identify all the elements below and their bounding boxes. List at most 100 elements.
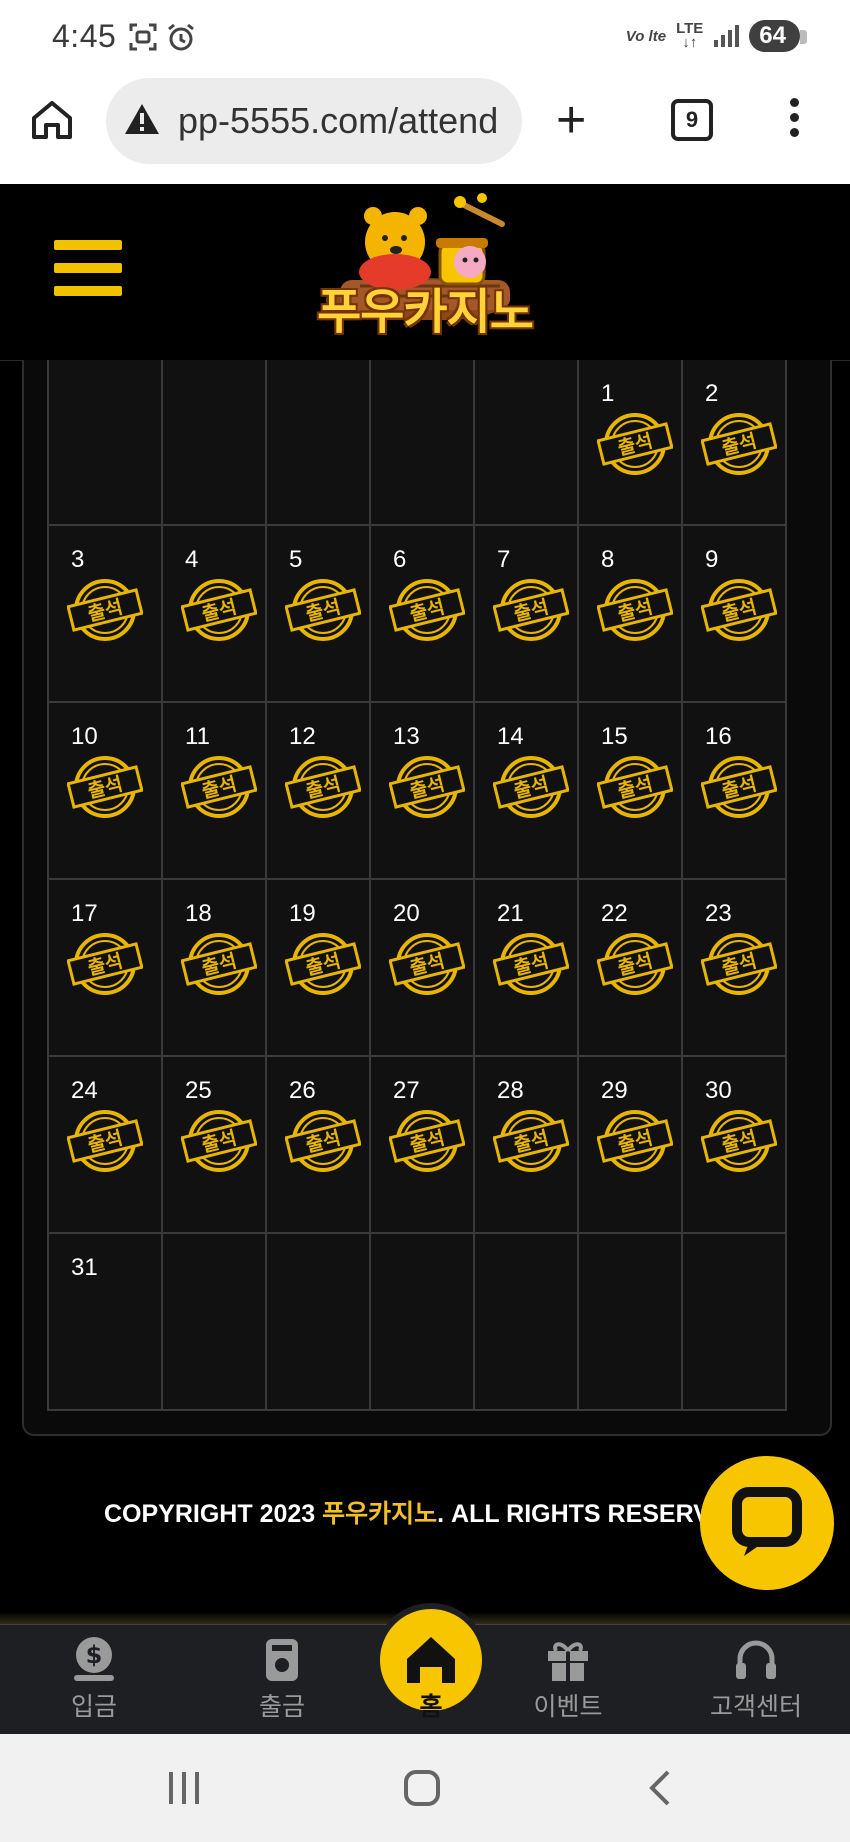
attendance-stamp-icon: 출석 — [596, 932, 674, 996]
withdraw-icon — [266, 1639, 298, 1681]
attendance-stamp-icon: 출석 — [596, 578, 674, 642]
calendar-day-cell: 25 출석 — [163, 1057, 267, 1234]
browser-toolbar: pp-5555.com/attend + 9 — [0, 78, 850, 184]
nav-event[interactable]: 이벤트 — [508, 1633, 628, 1723]
url-bar[interactable]: pp-5555.com/attend — [106, 78, 522, 164]
day-number: 16 — [705, 723, 732, 750]
day-number: 25 — [185, 1077, 212, 1104]
attendance-stamp-icon: 출석 — [700, 932, 778, 996]
day-number: 22 — [601, 900, 628, 927]
nav-withdraw[interactable]: 출금 — [222, 1633, 342, 1723]
calendar-day-cell: 5 출석 — [267, 526, 371, 703]
calendar-day-cell: 3 출석 — [49, 526, 163, 703]
svg-text:$: $ — [86, 1641, 103, 1669]
attendance-stamp-icon: 출석 — [388, 1109, 466, 1173]
attendance-stamp-icon: 출석 — [492, 578, 570, 642]
day-number: 14 — [497, 723, 524, 750]
signal-icon — [714, 25, 740, 47]
browser-home-icon[interactable] — [30, 98, 74, 142]
nav-home-label: 홈 — [419, 1693, 443, 1721]
calendar-week-row: 31 — [49, 1234, 831, 1411]
calendar-day-cell: 11 출석 — [163, 703, 267, 880]
live-chat-button[interactable] — [700, 1456, 834, 1590]
calendar-empty-cell — [267, 360, 371, 526]
bottom-nav: $ 입금 출금 홈 이벤트 고객센터 — [0, 1603, 850, 1735]
day-number: 2 — [705, 380, 719, 407]
calendar-empty-cell — [163, 360, 267, 526]
menu-icon[interactable] — [54, 240, 122, 309]
new-tab-button[interactable]: + — [556, 94, 586, 146]
attendance-stamp-icon: 출석 — [596, 412, 674, 476]
headset-icon — [736, 1640, 776, 1679]
calendar-day-cell: 27 출석 — [371, 1057, 475, 1234]
calendar-day-cell: 23 출석 — [683, 880, 787, 1057]
calendar-day-cell: 12 출석 — [267, 703, 371, 880]
attendance-calendar: 1 출석 2 출석 3 출석 4 출석 5 출석 6 출석 7 출석 8 출석 9 출석 10 출석 11 출석 12 출석 1… — [22, 360, 832, 1436]
tab-switcher-button[interactable]: 9 — [671, 99, 713, 141]
copyright-brand: 푸우카지노 — [322, 1500, 438, 1528]
calendar-week-row: 17 출석 18 출석 19 출석 20 출석 21 출석 22 출석 23 출석 — [49, 880, 831, 1057]
attendance-stamp-icon: 출석 — [66, 1109, 144, 1173]
system-nav-bar — [0, 1734, 850, 1842]
status-bar: 4:45 Vo lte LTE ↓↑ 64 — [0, 0, 850, 78]
attendance-stamp-icon: 출석 — [66, 932, 144, 996]
day-number: 17 — [71, 900, 98, 927]
day-number: 21 — [497, 900, 524, 927]
home-system-icon[interactable] — [402, 1768, 442, 1808]
calendar-day-cell: 7 출석 — [475, 526, 579, 703]
url-text[interactable]: pp-5555.com/attend — [178, 100, 498, 142]
chat-bubble-icon — [732, 1487, 802, 1556]
calendar-day-cell: 16 출석 — [683, 703, 787, 880]
calendar-day-cell: 10 출석 — [49, 703, 163, 880]
attendance-stamp-icon: 출석 — [66, 755, 144, 819]
attendance-stamp-icon: 출석 — [596, 1109, 674, 1173]
day-number: 31 — [71, 1254, 98, 1281]
calendar-day-cell: 24 출석 — [49, 1057, 163, 1234]
attendance-stamp-icon: 출석 — [700, 1109, 778, 1173]
calendar-day-cell: 17 출석 — [49, 880, 163, 1057]
screenshot-icon — [129, 23, 157, 51]
calendar-day-cell: 18 출석 — [163, 880, 267, 1057]
day-number: 7 — [497, 546, 511, 573]
calendar-week-row: 3 출석 4 출석 5 출석 6 출석 7 출석 8 출석 9 출석 — [49, 526, 831, 703]
attendance-stamp-icon: 출석 — [180, 755, 258, 819]
back-icon[interactable] — [646, 1768, 674, 1808]
day-number: 29 — [601, 1077, 628, 1104]
deposit-icon: $ — [74, 1637, 114, 1681]
attendance-stamp-icon: 출석 — [388, 578, 466, 642]
day-number: 8 — [601, 546, 615, 573]
day-number: 15 — [601, 723, 628, 750]
attendance-stamp-icon: 출석 — [284, 1109, 362, 1173]
day-number: 1 — [601, 380, 615, 407]
calendar-day-cell: 13 출석 — [371, 703, 475, 880]
browser-menu-icon[interactable] — [790, 98, 802, 143]
site-logo[interactable]: 푸우카지노 — [300, 190, 550, 354]
warning-icon[interactable] — [124, 102, 160, 136]
day-number: 12 — [289, 723, 316, 750]
calendar-empty-cell — [163, 1234, 267, 1411]
calendar-day-cell: 9 출석 — [683, 526, 787, 703]
calendar-day-cell: 6 출석 — [371, 526, 475, 703]
logo-text: 푸우카지노 — [317, 286, 534, 339]
lte-indicator: LTE ↓↑ — [676, 20, 704, 51]
nav-deposit[interactable]: $ 입금 — [34, 1633, 154, 1723]
calendar-day-cell: 31 — [49, 1234, 163, 1411]
calendar-day-cell: 26 출석 — [267, 1057, 371, 1234]
calendar-day-cell: 4 출석 — [163, 526, 267, 703]
attendance-stamp-icon: 출석 — [284, 932, 362, 996]
day-number: 28 — [497, 1077, 524, 1104]
day-number: 30 — [705, 1077, 732, 1104]
attendance-stamp-icon: 출석 — [180, 932, 258, 996]
attendance-stamp-icon: 출석 — [284, 578, 362, 642]
calendar-day-cell: 14 출석 — [475, 703, 579, 880]
nav-customer-center[interactable]: 고객센터 — [696, 1633, 816, 1723]
attendance-stamp-icon: 출석 — [180, 1109, 258, 1173]
recents-icon[interactable] — [166, 1770, 202, 1806]
calendar-empty-cell — [267, 1234, 371, 1411]
calendar-day-cell: 2 출석 — [683, 360, 787, 526]
attendance-stamp-icon: 출석 — [492, 755, 570, 819]
day-number: 23 — [705, 900, 732, 927]
day-number: 4 — [185, 546, 199, 573]
day-number: 20 — [393, 900, 420, 927]
attendance-stamp-icon: 출석 — [700, 412, 778, 476]
